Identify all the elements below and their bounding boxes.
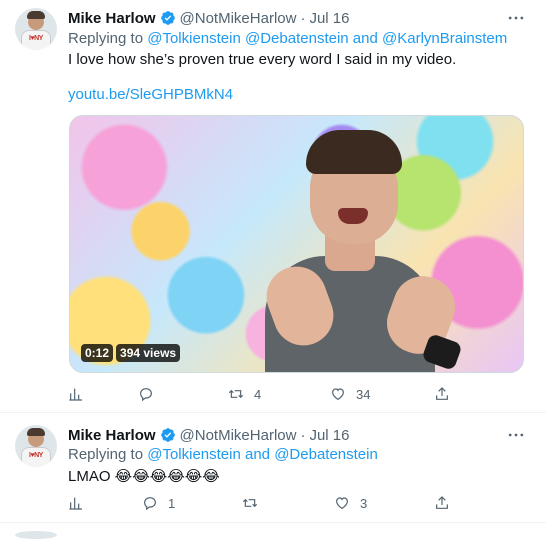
like-button[interactable]: 34 (330, 384, 370, 404)
more-icon[interactable] (506, 8, 526, 28)
share-button[interactable] (434, 384, 450, 404)
share-button[interactable] (434, 493, 450, 513)
author-name[interactable]: Mike Harlow (68, 427, 156, 444)
replying-prefix: Replying to (68, 30, 144, 47)
mention-link[interactable]: @KarlynBrainstem (382, 30, 507, 47)
replying-to: Replying to @Tolkienstein and @Debatenst… (68, 446, 378, 463)
tweet-header: Mike Harlow @NotMikeHarlow · Jul 16 (68, 425, 349, 445)
like-button[interactable]: 3 (334, 493, 367, 513)
analytics-button[interactable] (68, 493, 84, 513)
analytics-icon (69, 388, 82, 401)
like-icon (336, 497, 348, 510)
replying-prefix: Replying to (68, 446, 144, 463)
analytics-icon (69, 497, 82, 510)
like-icon (332, 388, 344, 401)
retweet-button[interactable]: 4 (228, 384, 261, 404)
more-icon[interactable] (506, 425, 526, 445)
tweet[interactable]: I♥NY Mike Harlow @NotMikeHarlow · Jul 16… (0, 0, 546, 412)
video-views: 394 views (116, 344, 181, 362)
mention-link[interactable]: @Debatenstein (274, 446, 378, 463)
like-count: 3 (360, 495, 368, 511)
share-icon (436, 387, 448, 400)
retweet-button[interactable] (242, 493, 268, 513)
tweet-actions: 4 34 (68, 384, 508, 404)
reply-icon (144, 497, 156, 511)
tweet-date[interactable]: Jul 16 (309, 427, 349, 444)
reply-icon (140, 388, 152, 402)
like-count: 34 (356, 386, 371, 402)
reply-button[interactable] (138, 384, 164, 404)
tweet-actions: 1 3 (68, 493, 508, 513)
mention-link[interactable]: @Tolkienstein (147, 30, 241, 47)
replying-and[interactable]: and (245, 446, 270, 463)
author-handle[interactable]: @NotMikeHarlow (180, 427, 297, 444)
author-handle[interactable]: @NotMikeHarlow (180, 10, 297, 27)
tweet-divider (0, 522, 546, 523)
reply-count: 1 (168, 495, 176, 511)
verified-badge-icon (160, 428, 175, 442)
tweet-link[interactable]: youtu.be/SleGHPBMkN4 (68, 86, 233, 103)
tweet-header: Mike Harlow @NotMikeHarlow · Jul 16 (68, 8, 349, 28)
replying-and[interactable]: and (353, 30, 378, 47)
share-icon (436, 496, 448, 509)
mention-link[interactable]: @Debatenstein (245, 30, 349, 47)
avatar[interactable]: I♥NY (15, 425, 57, 467)
avatar[interactable] (15, 531, 57, 539)
retweet-icon (228, 389, 244, 399)
retweet-icon (242, 498, 258, 508)
replying-to: Replying to @Tolkienstein @Debatenstein … (68, 30, 507, 47)
video-player[interactable]: 0:12 394 views (69, 115, 524, 373)
separator-dot: · (300, 9, 306, 27)
tweet-text: LMAO 😂😂😂😂😂😂 (68, 468, 220, 485)
avatar[interactable]: I♥NY (15, 8, 57, 50)
tweet[interactable]: I♥NY Mike Harlow @NotMikeHarlow · Jul 16… (0, 413, 546, 521)
mention-link[interactable]: @Tolkienstein (147, 446, 241, 463)
retweet-count: 4 (254, 386, 262, 402)
separator-dot: · (300, 426, 306, 444)
tweet-text: I love how she’s proven true every word … (68, 51, 457, 68)
verified-badge-icon (160, 11, 175, 25)
analytics-button[interactable] (68, 384, 84, 404)
reply-button[interactable]: 1 (142, 493, 175, 513)
tweet-date[interactable]: Jul 16 (309, 10, 349, 27)
video-duration: 0:12 (81, 344, 114, 362)
author-name[interactable]: Mike Harlow (68, 10, 156, 27)
